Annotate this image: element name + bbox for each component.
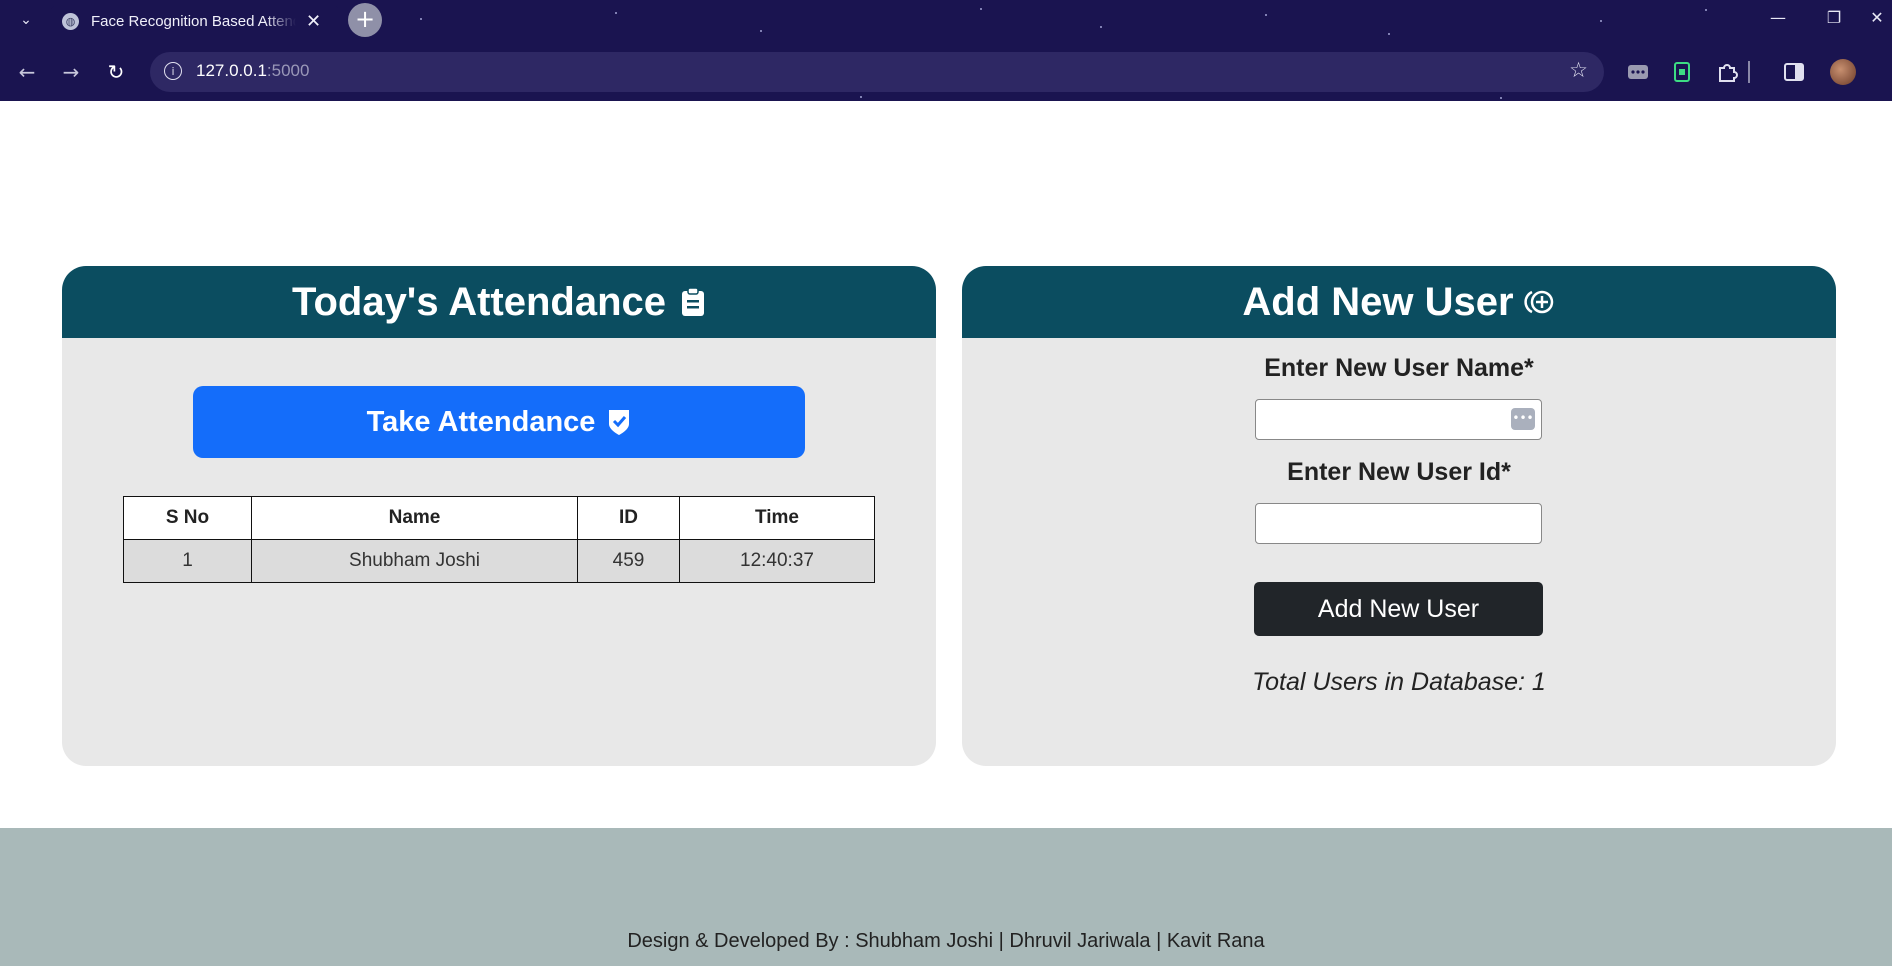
url-text[interactable]: 127.0.0.1:5000 xyxy=(196,61,309,81)
cell-id: 459 xyxy=(577,539,680,583)
column-header-time: Time xyxy=(679,496,875,540)
password-manager-icon[interactable] xyxy=(1626,60,1650,84)
attendance-card: Today's Attendance Take Attendance S No … xyxy=(62,266,936,766)
column-header-name: Name xyxy=(251,496,578,540)
footer-credits: Design & Developed By : Shubham Joshi | … xyxy=(627,930,1265,952)
table-row: 1 Shubham Joshi 459 12:40:37 xyxy=(123,539,875,583)
cell-name: Shubham Joshi xyxy=(251,539,578,583)
reload-button[interactable]: ↻ xyxy=(102,58,130,86)
back-button[interactable]: ← xyxy=(13,58,41,86)
add-user-card: Add New User Enter New User Name* ••• En… xyxy=(962,266,1836,766)
toolbar-divider xyxy=(1748,60,1752,84)
footer: Design & Developed By : Shubham Joshi | … xyxy=(0,828,1892,966)
add-user-title: Add New User xyxy=(1242,279,1514,324)
attendance-table: S No Name ID Time 1 Shubham Joshi 459 12… xyxy=(123,496,875,583)
browser-chrome: ⌄ ◍ Face Recognition Based Attendance Sy… xyxy=(0,0,1892,101)
address-bar[interactable]: i 127.0.0.1:5000 ☆ xyxy=(150,52,1604,92)
add-new-user-button[interactable]: Add New User xyxy=(1254,582,1543,636)
user-name-input[interactable]: ••• xyxy=(1255,399,1542,440)
add-user-header: Add New User xyxy=(962,266,1836,338)
minimize-icon[interactable]: — xyxy=(1750,0,1806,42)
tab-close-icon[interactable]: ✕ xyxy=(306,11,321,32)
new-tab-button[interactable]: + xyxy=(348,3,382,37)
column-header-sno: S No xyxy=(123,496,252,540)
attendance-title: Today's Attendance xyxy=(291,279,667,324)
total-users-text: Total Users in Database: 1 xyxy=(1252,668,1546,696)
autofill-key-icon[interactable]: ••• xyxy=(1511,408,1535,430)
table-header-row: S No Name ID Time xyxy=(123,496,875,540)
browser-tab[interactable]: ◍ Face Recognition Based Attendance Syst… xyxy=(50,4,340,38)
user-id-label: Enter New User Id* xyxy=(1287,458,1511,486)
cell-sno: 1 xyxy=(123,539,252,583)
info-icon[interactable]: i xyxy=(164,62,182,80)
restore-icon[interactable]: ❐ xyxy=(1806,0,1862,42)
attendance-header: Today's Attendance xyxy=(62,266,936,338)
side-panel-icon[interactable] xyxy=(1782,60,1806,84)
add-circle-icon xyxy=(1523,288,1556,316)
user-name-label: Enter New User Name* xyxy=(1264,354,1534,382)
take-attendance-button[interactable]: Take Attendance xyxy=(193,386,805,458)
shield-check-icon xyxy=(607,408,631,436)
clipboard-icon xyxy=(680,287,706,317)
globe-icon: ◍ xyxy=(62,12,79,30)
cell-time: 12:40:37 xyxy=(679,539,875,583)
avatar[interactable] xyxy=(1830,59,1856,85)
star-icon[interactable]: ☆ xyxy=(1569,58,1588,82)
user-id-input[interactable] xyxy=(1255,503,1542,544)
tabstrip-menu-icon[interactable]: ⌄ xyxy=(14,8,38,32)
puzzle-icon[interactable] xyxy=(1715,60,1739,84)
tab-title: Face Recognition Based Attendance System xyxy=(91,12,296,30)
extension-evernote-icon[interactable] xyxy=(1670,60,1694,84)
forward-button[interactable]: → xyxy=(57,58,85,86)
column-header-id: ID xyxy=(577,496,680,540)
take-attendance-label: Take Attendance xyxy=(366,405,596,438)
close-window-icon[interactable]: ✕ xyxy=(1862,0,1892,42)
